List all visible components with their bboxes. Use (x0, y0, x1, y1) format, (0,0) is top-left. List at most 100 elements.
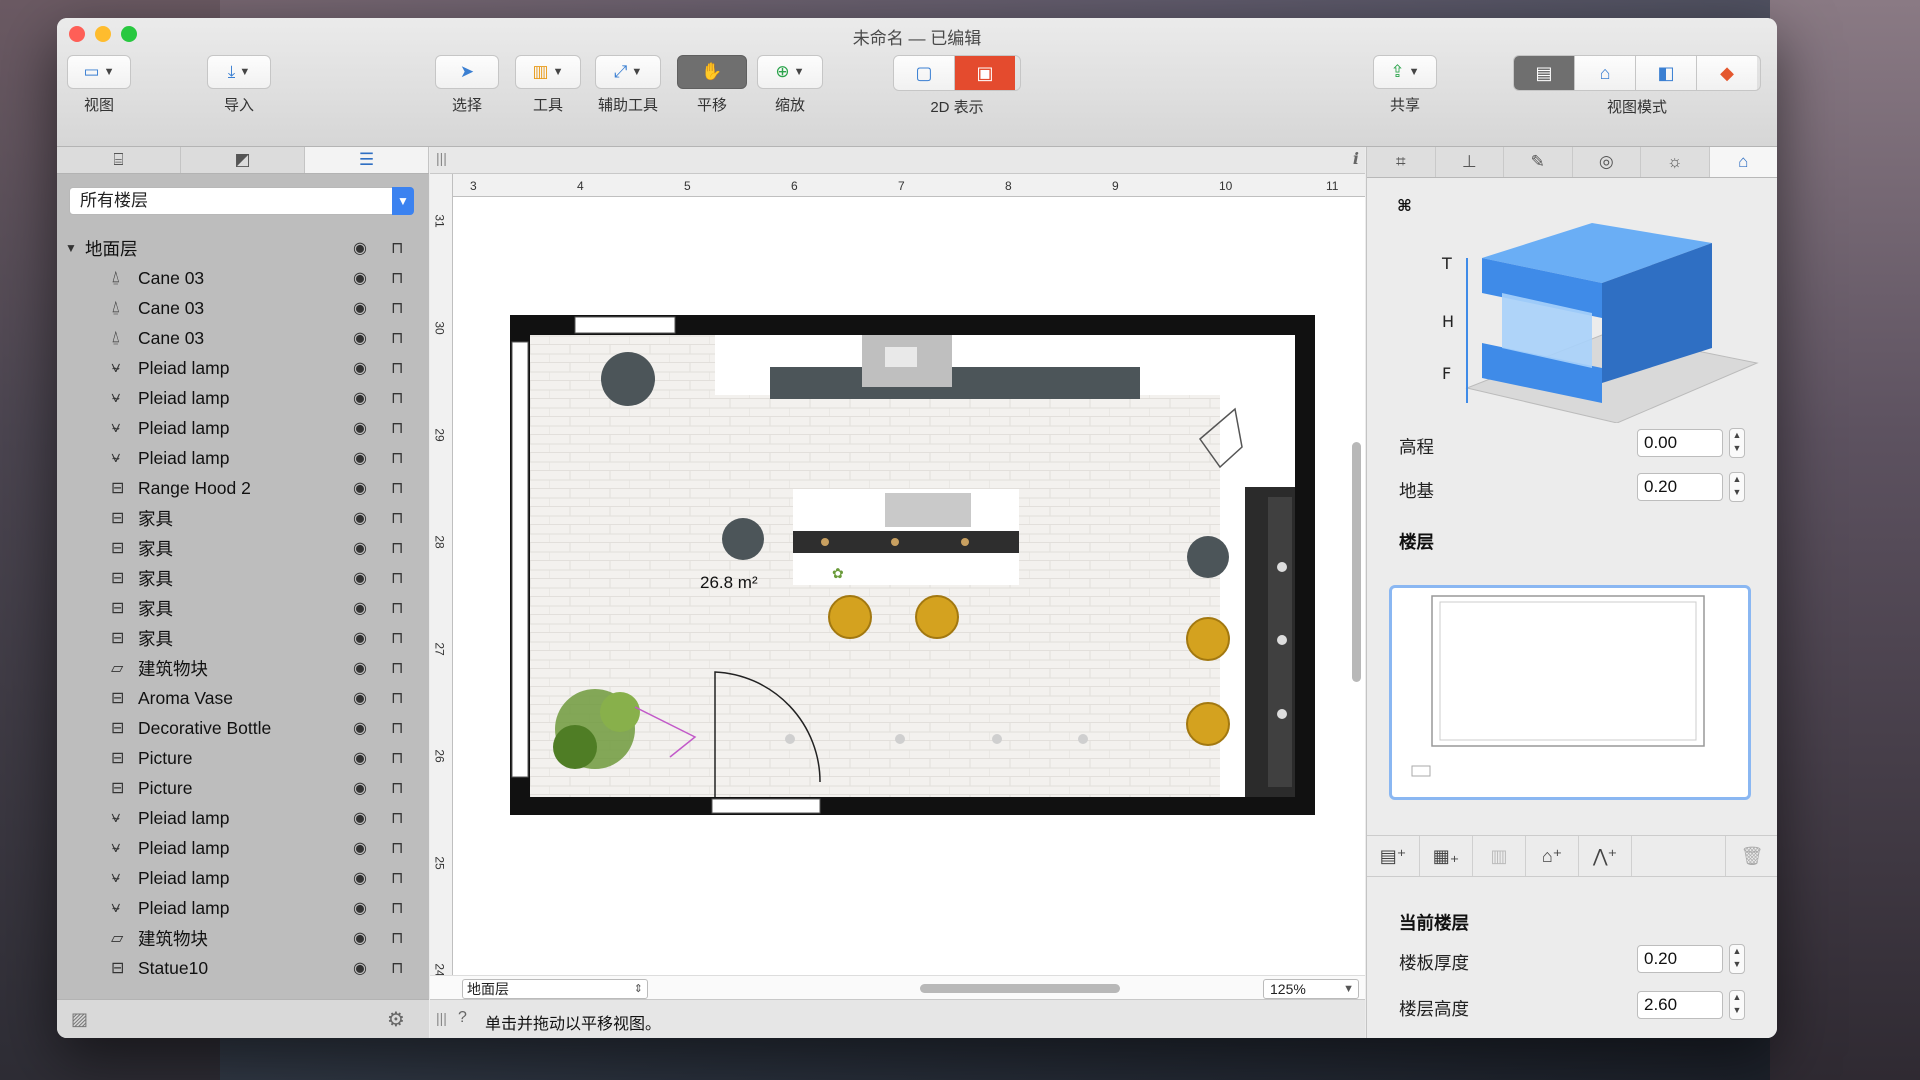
aux-tools-button[interactable]: ⤢ ▼ (595, 55, 661, 89)
vertical-scrollbar[interactable] (1352, 442, 1361, 682)
list-tab-icon[interactable]: ☰ (305, 147, 429, 173)
pan-button[interactable]: ✋ (677, 55, 747, 89)
visibility-eye-icon[interactable]: ◉ (353, 388, 367, 408)
tree-item[interactable]: ⍙ Cane 03 ◉ ⊓ (57, 323, 429, 353)
zoom-button[interactable]: ⊕ ▼ (757, 55, 823, 89)
tree-item[interactable]: ⍱ Pleiad lamp ◉ ⊓ (57, 803, 429, 833)
unlock-icon[interactable]: ⊓ (391, 598, 403, 618)
stool-yellow[interactable] (915, 595, 959, 639)
floor-height-field[interactable]: 2.60 (1637, 991, 1723, 1019)
top-window[interactable] (574, 316, 676, 334)
tree-group-ground-floor[interactable]: ▼ 地面层 ◉ ⊓ (57, 233, 429, 263)
plan-canvas[interactable]: ||| i m 34567891011 3130292827262524 (430, 147, 1365, 1038)
help-bubble-icon[interactable]: ? (458, 1009, 467, 1027)
unlock-icon[interactable]: ⊓ (391, 298, 403, 318)
stool-yellow[interactable] (828, 595, 872, 639)
unlock-icon[interactable]: ⊓ (391, 838, 403, 858)
tab-pencil-icon[interactable]: ✎ (1504, 147, 1573, 177)
tree-item[interactable]: ⍱ Pleiad lamp ◉ ⊓ (57, 413, 429, 443)
elevation-stepper[interactable]: ▲ ▼ (1729, 428, 1745, 458)
visibility-eye-icon[interactable]: ◉ (353, 298, 367, 318)
tree-item[interactable]: ⍙ Cane 03 ◉ ⊓ (57, 263, 429, 293)
tools-button[interactable]: ▥ ▼ (515, 55, 581, 89)
add-roof-icon[interactable]: ⌂⁺ (1526, 836, 1579, 876)
visibility-eye-icon[interactable]: ◉ (353, 328, 367, 348)
unlock-icon[interactable]: ⊓ (391, 358, 403, 378)
unlock-icon[interactable]: ⊓ (391, 268, 403, 288)
unlock-icon[interactable]: ⊓ (391, 568, 403, 588)
visibility-eye-icon[interactable]: ◉ (353, 538, 367, 558)
tree-item[interactable]: ⊟ Picture ◉ ⊓ (57, 743, 429, 773)
visibility-eye-icon[interactable]: ◉ (353, 598, 367, 618)
unlock-icon[interactable]: ⊓ (391, 688, 403, 708)
visibility-eye-icon[interactable]: ◉ (353, 268, 367, 288)
tree-item[interactable]: ⍱ Pleiad lamp ◉ ⊓ (57, 893, 429, 923)
unlock-icon[interactable]: ⊓ (391, 958, 403, 978)
visibility-eye-icon[interactable]: ◉ (353, 868, 367, 888)
unlock-icon[interactable]: ⊓ (391, 748, 403, 768)
visibility-eye-icon[interactable]: ◉ (353, 718, 367, 738)
furniture-tab-icon[interactable]: ⌸ (57, 147, 181, 173)
visibility-eye-icon[interactable]: ◉ (353, 418, 367, 438)
unlock-icon[interactable]: ⊓ (391, 778, 403, 798)
split-view-icon[interactable]: ◧ (1636, 56, 1697, 90)
top-cabinets[interactable] (770, 367, 1140, 399)
visibility-eye-icon[interactable]: ◉ (353, 748, 367, 768)
visibility-eye-icon[interactable]: ◉ (353, 508, 367, 528)
house-3d-icon[interactable]: ⌂ (1575, 56, 1636, 90)
tab-building-icon[interactable]: ⌂ (1709, 147, 1777, 177)
visibility-eye-icon[interactable]: ◉ (353, 658, 367, 678)
round-table[interactable] (601, 352, 655, 406)
visibility-eye-icon[interactable]: ◉ (353, 448, 367, 468)
materials-tab-icon[interactable]: ◩ (181, 147, 305, 173)
tree-item[interactable]: ⊟ 家具 ◉ ⊓ (57, 623, 429, 653)
disclosure-triangle-icon[interactable]: ▼ (65, 241, 77, 255)
tab-sun-icon[interactable]: ☼ (1641, 147, 1710, 177)
unlock-icon[interactable]: ⊓ (391, 508, 403, 528)
tree-item[interactable]: ⍱ Pleiad lamp ◉ ⊓ (57, 353, 429, 383)
foundation-field[interactable]: 0.20 (1637, 473, 1723, 501)
visibility-eye-icon[interactable]: ◉ (353, 898, 367, 918)
visibility-eye-icon[interactable]: ◉ (353, 358, 367, 378)
add-floor-below-icon[interactable]: ▦₊ (1420, 836, 1473, 876)
tree-item[interactable]: ▱ 建筑物块 ◉ ⊓ (57, 923, 429, 953)
share-button[interactable]: ⇪ ▼ (1373, 55, 1437, 89)
stool-dark[interactable] (722, 518, 764, 560)
stool-yellow[interactable] (1186, 702, 1230, 746)
tab-camera-icon[interactable]: ◎ (1573, 147, 1641, 177)
unlock-icon[interactable]: ⊓ (391, 628, 403, 648)
unlock-icon[interactable]: ⊓ (391, 478, 403, 498)
tree-item[interactable]: ⍱ Pleiad lamp ◉ ⊓ (57, 443, 429, 473)
unlock-icon[interactable]: ⊓ (391, 238, 403, 258)
visibility-eye-icon[interactable]: ◉ (353, 478, 367, 498)
plan-outline-icon[interactable]: ▢ (894, 56, 955, 90)
unlock-icon[interactable]: ⊓ (391, 328, 403, 348)
tree-item[interactable]: ⊟ Range Hood 2 ◉ ⊓ (57, 473, 429, 503)
left-window[interactable] (511, 341, 529, 778)
floor-filter-select[interactable]: 所有楼层 ▼ (69, 187, 414, 215)
visibility-eye-icon[interactable]: ◉ (353, 808, 367, 828)
visibility-eye-icon[interactable]: ◉ (353, 928, 367, 948)
unlock-icon[interactable]: ⊓ (391, 538, 403, 558)
tree-item[interactable]: ⊟ 家具 ◉ ⊓ (57, 563, 429, 593)
add-gable-icon[interactable]: ⋀⁺ (1579, 836, 1632, 876)
unlock-icon[interactable]: ⊓ (391, 658, 403, 678)
stool-yellow[interactable] (1186, 617, 1230, 661)
image-icon[interactable]: ▨ (71, 1009, 88, 1030)
import-button[interactable]: ⤓ ▼ (207, 55, 271, 89)
elevation-field[interactable]: 0.00 (1637, 429, 1723, 457)
plan-color-icon[interactable]: ▣ (955, 56, 1015, 90)
grip-icon[interactable]: ||| (436, 1010, 447, 1026)
tree-item[interactable]: ⊟ 家具 ◉ ⊓ (57, 503, 429, 533)
unlock-icon[interactable]: ⊓ (391, 448, 403, 468)
zoom-select[interactable]: 125% ▼ (1263, 979, 1359, 999)
horizontal-scrollbar[interactable] (920, 984, 1120, 993)
slab-thickness-stepper[interactable]: ▲ ▼ (1729, 944, 1745, 974)
visibility-eye-icon[interactable]: ◉ (353, 778, 367, 798)
visibility-eye-icon[interactable]: ◉ (353, 838, 367, 858)
visibility-eye-icon[interactable]: ◉ (353, 958, 367, 978)
floor-height-stepper[interactable]: ▲ ▼ (1729, 990, 1745, 1020)
tree-item[interactable]: ⊟ Statue10 ◉ ⊓ (57, 953, 429, 983)
visibility-eye-icon[interactable]: ◉ (353, 238, 367, 258)
view-button[interactable]: ▭ ▼ (67, 55, 131, 89)
